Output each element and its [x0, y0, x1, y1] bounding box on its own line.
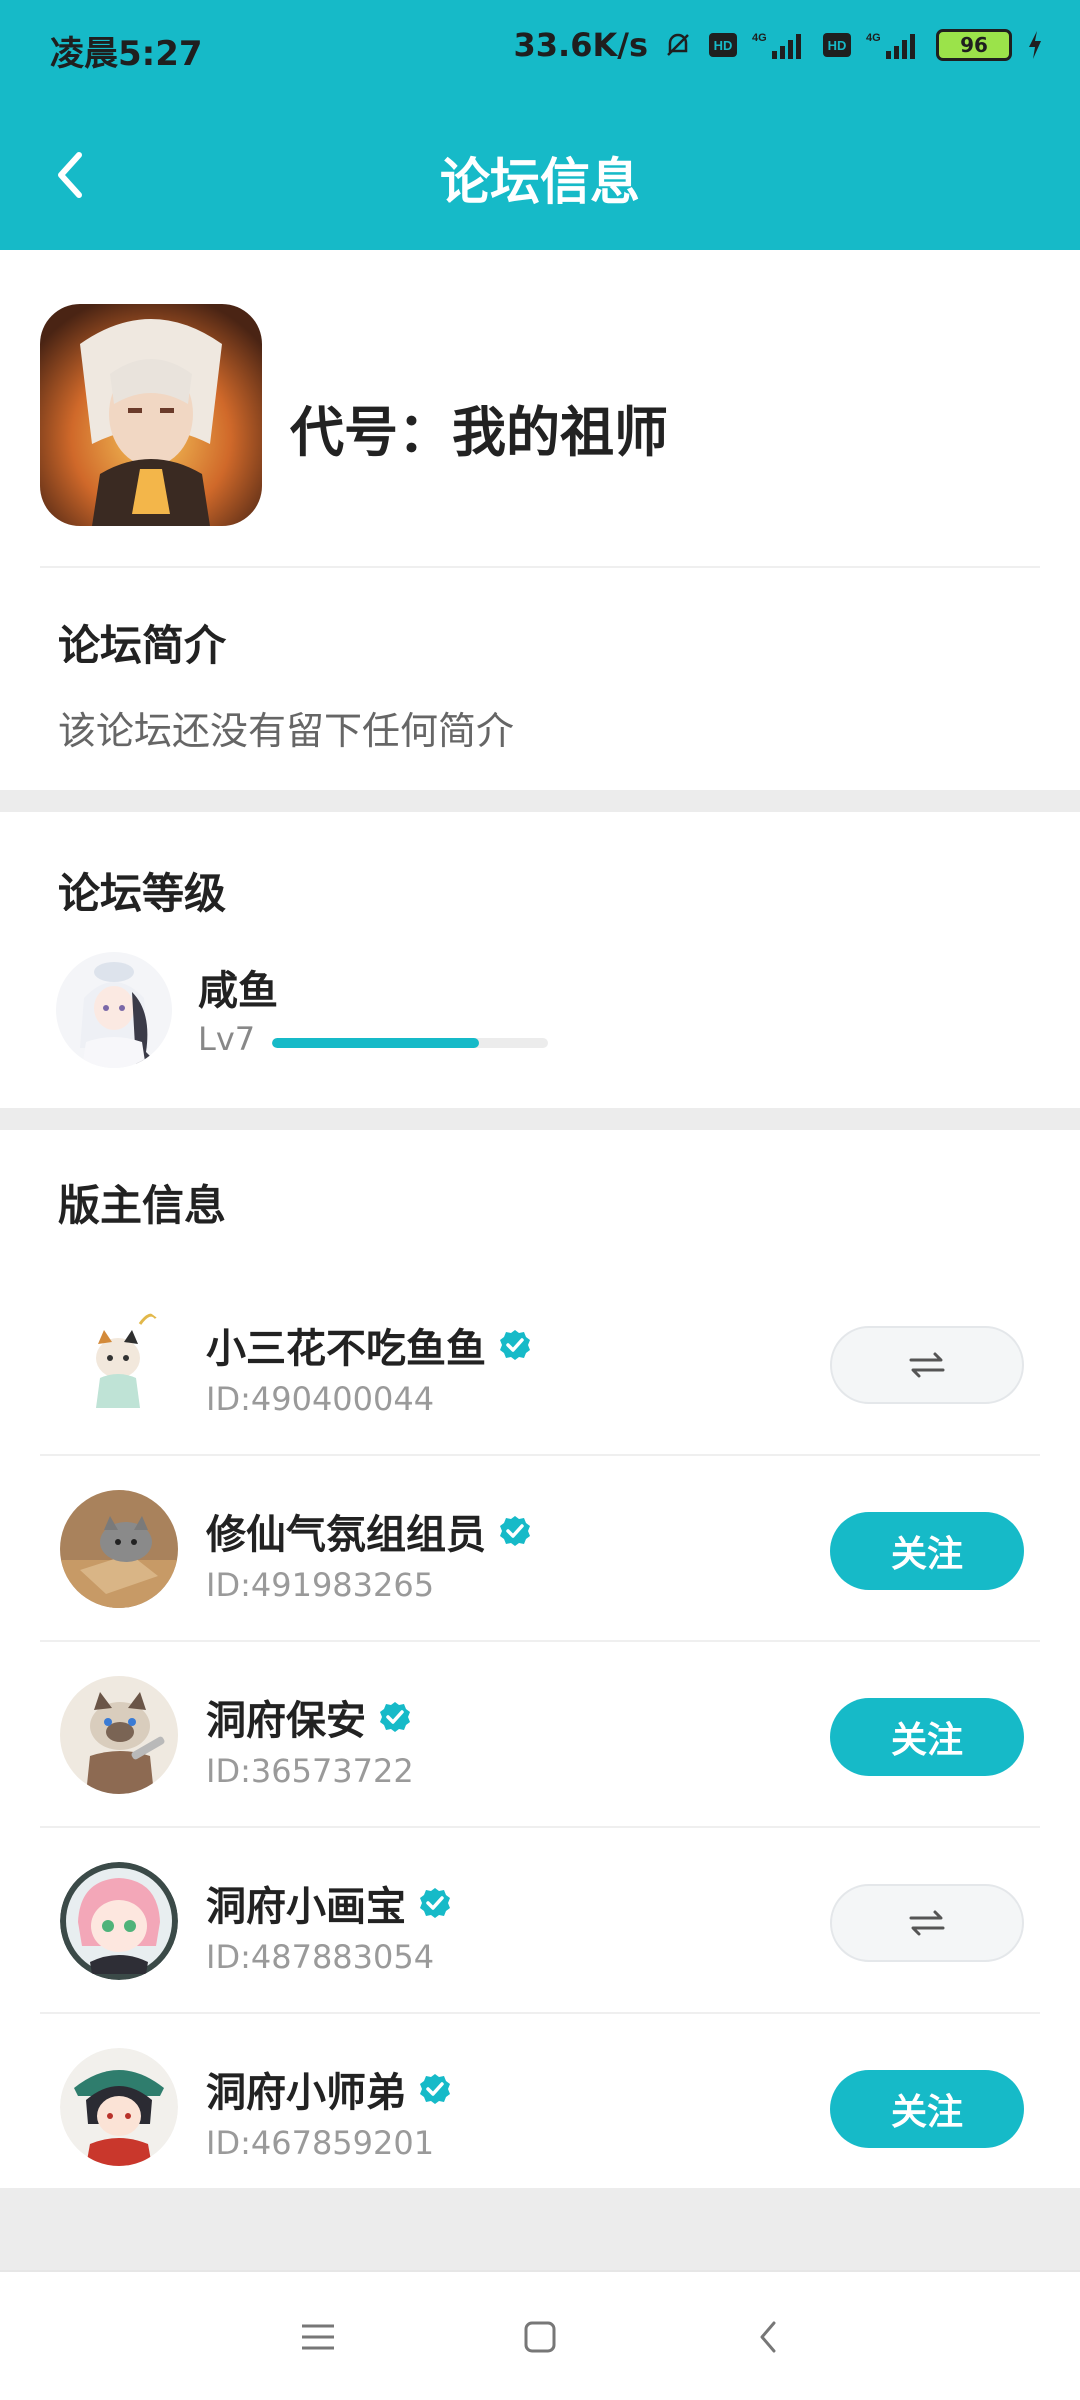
forum-info-card: 代号：我的祖师 论坛简介 该论坛还没有留下任何简介 — [0, 250, 1080, 790]
signal-4g-icon: 4G — [752, 32, 801, 59]
moderator-name-text: 小三花不吃鱼鱼 — [206, 1326, 486, 1372]
hd-icon: HD — [709, 33, 737, 57]
moderator-name: 修仙气氛组组员 — [206, 1502, 532, 1560]
moderator-avatar[interactable] — [60, 1490, 178, 1608]
status-time: 凌晨5:27 — [50, 34, 203, 74]
moderator-name-text: 洞府小画宝 — [206, 1884, 406, 1930]
signal-4g-icon-2: 4G — [866, 32, 915, 59]
level-title: 论坛等级 — [58, 869, 227, 918]
follow-button[interactable]: 关注 — [830, 1698, 1024, 1776]
moderator-name: 洞府保安 — [206, 1688, 412, 1746]
moderator-id: ID:491983265 — [206, 1566, 435, 1604]
mutual-follow-icon — [909, 1910, 945, 1936]
menu-icon — [302, 2324, 334, 2350]
svg-text:4G: 4G — [866, 32, 881, 44]
mutual-follow-button[interactable] — [830, 1326, 1024, 1404]
moderator-id: ID:490400044 — [206, 1380, 435, 1418]
follow-button[interactable]: 关注 — [830, 2070, 1024, 2148]
moderator-name: 洞府小画宝 — [206, 1874, 452, 1932]
level-name: 咸鱼 — [198, 968, 278, 1014]
verified-badge-icon — [420, 1888, 450, 1918]
status-bar: 凌晨5:27 33.6K/s HD 4G HD 4G 96 — [0, 0, 1080, 100]
moderator-name: 洞府小师弟 — [206, 2060, 452, 2118]
moderator-avatar[interactable] — [60, 1304, 178, 1422]
level-avatar — [56, 952, 172, 1068]
moderator-row[interactable]: 修仙气氛组组员 ID:491983265 关注 — [0, 1456, 1080, 1642]
moderator-avatar[interactable] — [60, 1676, 178, 1794]
moderator-row[interactable]: 洞府小师弟 ID:467859201 关注 — [0, 2014, 1080, 2200]
moderator-name-text: 洞府小师弟 — [206, 2070, 406, 2116]
forum-level-card: 论坛等级 咸鱼 Lv7 — [0, 812, 1080, 1108]
system-nav-bar — [0, 2270, 1080, 2400]
mutual-follow-button[interactable] — [830, 1884, 1024, 1962]
intro-title: 论坛简介 — [58, 621, 227, 670]
svg-text:HD: HD — [714, 38, 733, 53]
forum-avatar — [40, 304, 262, 526]
level-progress-fill — [272, 1038, 479, 1048]
svg-text:HD: HD — [828, 38, 847, 53]
square-home-icon — [524, 2321, 556, 2353]
moderator-id: ID:467859201 — [206, 2124, 435, 2162]
nav-home-button[interactable] — [500, 2302, 580, 2372]
network-speed: 33.6K/s — [513, 26, 648, 64]
follow-button[interactable]: 关注 — [830, 1512, 1024, 1590]
verified-badge-icon — [420, 2074, 450, 2104]
app-root: 凌晨5:27 33.6K/s HD 4G HD 4G 96 论坛信息 代号：我的… — [0, 0, 1080, 2400]
level-number: Lv7 — [198, 1020, 256, 1058]
mute-bell-icon — [667, 33, 689, 56]
page-title: 论坛信息 — [440, 153, 640, 211]
status-right: 33.6K/s HD 4G HD 4G 96 — [514, 26, 1044, 64]
forum-name: 代号：我的祖师 — [290, 401, 668, 464]
moderator-row[interactable]: 洞府保安 ID:36573722 关注 — [0, 1642, 1080, 1828]
moderator-avatar[interactable] — [60, 2048, 178, 2166]
charging-icon — [1029, 31, 1041, 59]
hd-icon-2: HD — [823, 33, 851, 57]
moderator-name-text: 洞府保安 — [206, 1698, 366, 1744]
moderator-name-text: 修仙气氛组组员 — [206, 1512, 486, 1558]
moderators-card: 版主信息 小三花不吃鱼鱼 ID:490400044 修仙气氛组组员 ID:491… — [0, 1130, 1080, 2188]
app-header: 论坛信息 — [0, 100, 1080, 250]
mutual-follow-icon — [909, 1352, 945, 1378]
divider — [40, 566, 1040, 568]
nav-menu-button[interactable] — [278, 2302, 358, 2372]
chevron-left-icon — [760, 2321, 776, 2353]
nav-back-button[interactable] — [728, 2302, 808, 2372]
moderator-row[interactable]: 小三花不吃鱼鱼 ID:490400044 — [0, 1270, 1080, 1456]
moderator-name: 小三花不吃鱼鱼 — [206, 1316, 532, 1374]
moderator-id: ID:487883054 — [206, 1938, 435, 1976]
moderators-title: 版主信息 — [58, 1181, 227, 1230]
moderator-id: ID:36573722 — [206, 1752, 414, 1790]
battery-icon: 96 — [936, 29, 1012, 61]
intro-text: 该论坛还没有留下任何简介 — [58, 709, 515, 753]
verified-badge-icon — [380, 1702, 410, 1732]
level-progress-bar — [272, 1038, 548, 1048]
verified-badge-icon — [500, 1516, 530, 1546]
moderator-list: 小三花不吃鱼鱼 ID:490400044 修仙气氛组组员 ID:49198326… — [0, 1270, 1080, 2200]
svg-text:4G: 4G — [752, 32, 767, 44]
moderator-avatar[interactable] — [60, 1862, 178, 1980]
verified-badge-icon — [500, 1330, 530, 1360]
moderator-row[interactable]: 洞府小画宝 ID:487883054 — [0, 1828, 1080, 2014]
